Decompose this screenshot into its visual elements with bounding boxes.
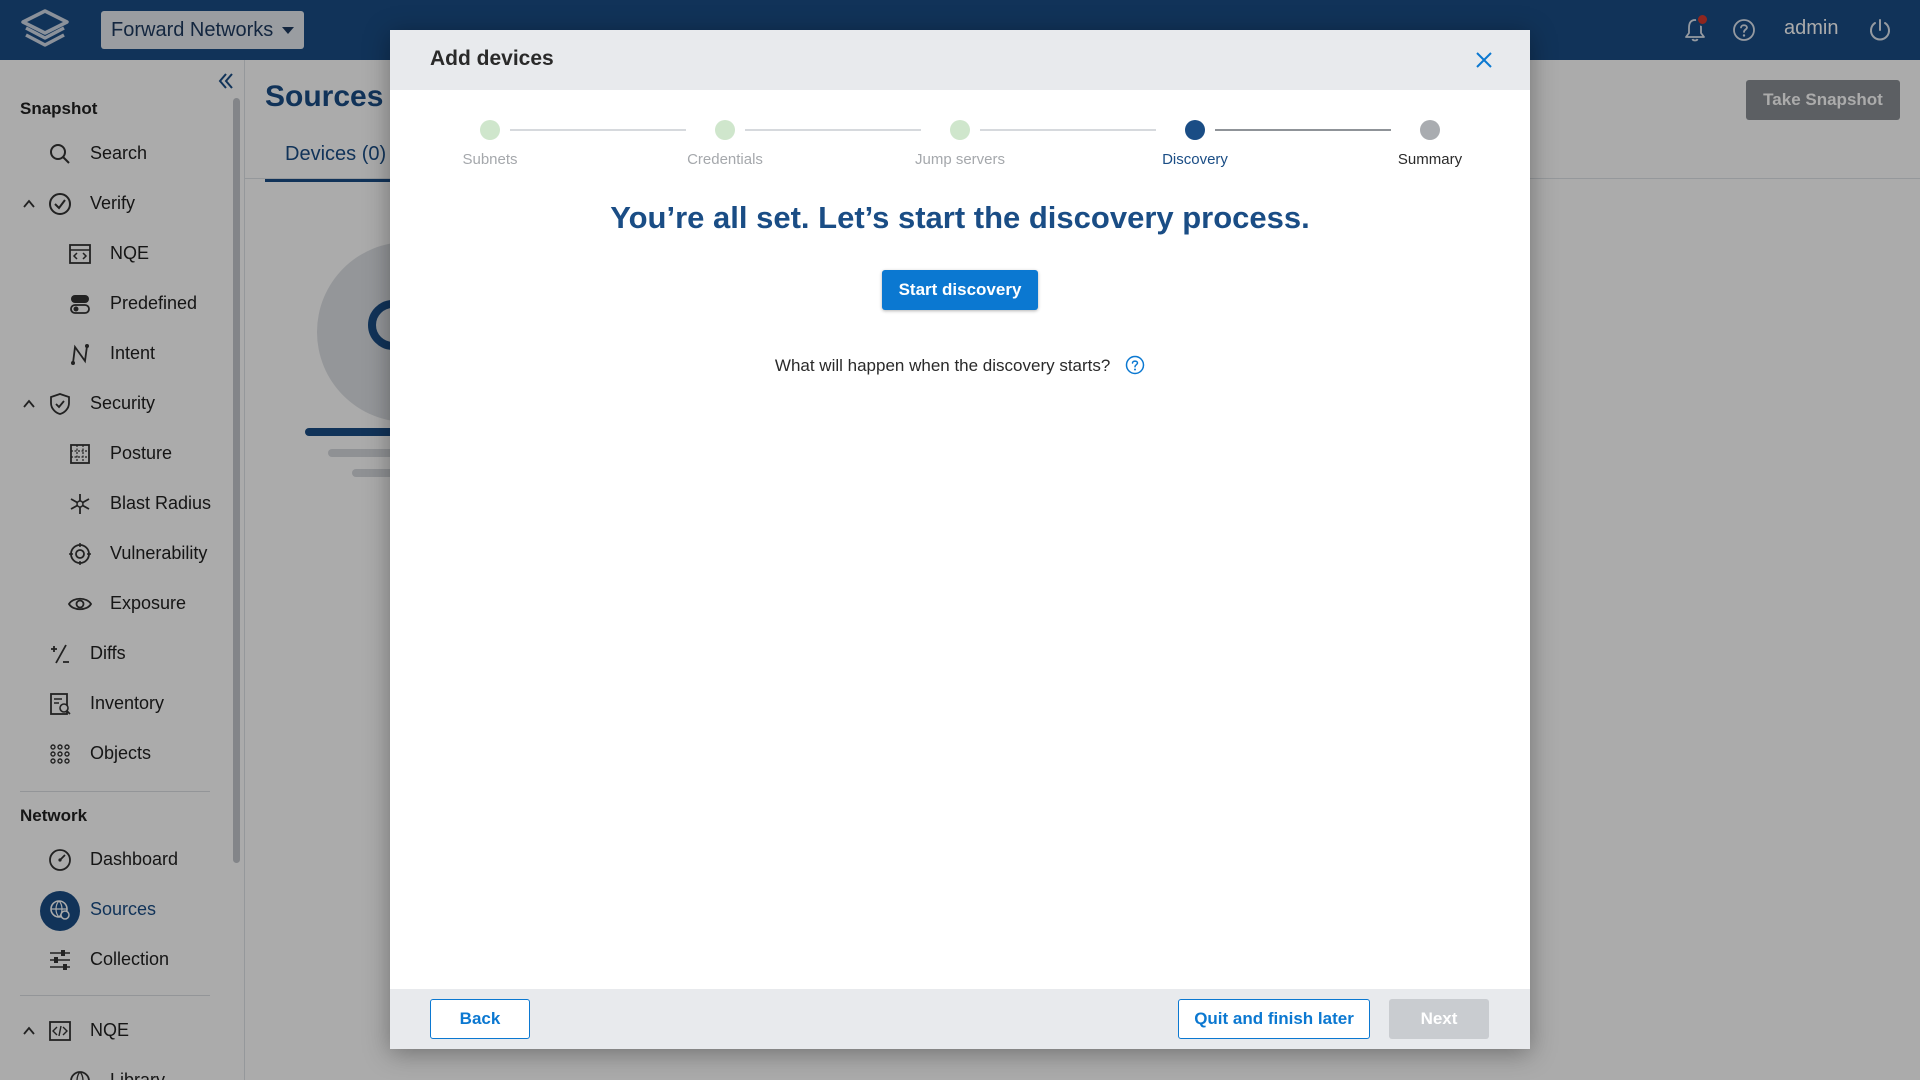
discovery-info-text: What will happen when the discovery star… — [774, 356, 1111, 375]
next-button: Next — [1389, 999, 1489, 1039]
dialog-header: Add devices — [390, 30, 1530, 90]
dialog-footer: Back Quit and finish later Next — [390, 989, 1530, 1049]
step-subnets-dot[interactable] — [480, 120, 500, 140]
help-icon[interactable] — [1125, 355, 1145, 375]
close-icon[interactable] — [1470, 46, 1498, 74]
step-credentials-dot[interactable] — [715, 120, 735, 140]
step-summary-label: Summary — [1397, 151, 1463, 168]
dialog-title: Add devices — [430, 47, 554, 70]
discovery-info-row: What will happen when the discovery star… — [390, 355, 1530, 376]
progress-stepper: Subnets Credentials Jump servers Discove… — [390, 118, 1530, 178]
step-discovery-label: Discovery — [1162, 151, 1228, 168]
step-subnets-label: Subnets — [462, 151, 518, 168]
step-connector — [1215, 129, 1391, 131]
step-jump-servers-label: Jump servers — [914, 151, 1006, 168]
add-devices-dialog: Add devices Subnets Credentials Jump ser… — [390, 30, 1530, 1049]
step-summary-dot — [1420, 120, 1440, 140]
step-discovery-dot[interactable] — [1185, 120, 1205, 140]
back-button[interactable]: Back — [430, 999, 530, 1039]
quit-and-finish-later-button[interactable]: Quit and finish later — [1178, 999, 1370, 1039]
step-jump-servers-dot[interactable] — [950, 120, 970, 140]
discovery-headline: You’re all set. Let’s start the discover… — [610, 200, 1310, 235]
step-connector — [745, 129, 921, 131]
step-credentials-label: Credentials — [687, 151, 763, 168]
start-discovery-button[interactable]: Start discovery — [882, 270, 1038, 310]
step-connector — [510, 129, 686, 131]
step-connector — [980, 129, 1156, 131]
